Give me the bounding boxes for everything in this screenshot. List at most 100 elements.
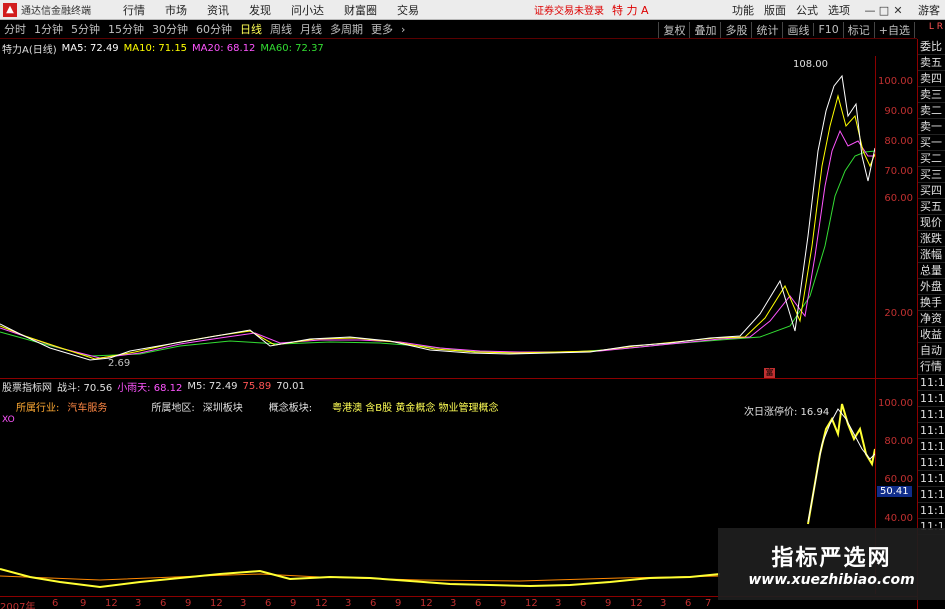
chevron-right-icon[interactable]: ›: [397, 23, 409, 36]
period-more[interactable]: 更多: [367, 21, 397, 37]
axis-label: 100.00: [878, 76, 913, 87]
date-tick: 3: [555, 598, 562, 609]
ma60-line: [0, 150, 875, 357]
period-5min[interactable]: 5分钟: [67, 21, 104, 37]
date-tick: 6: [580, 598, 587, 609]
side-item[interactable]: 涨幅: [918, 247, 945, 263]
side-item[interactable]: 买五: [918, 199, 945, 215]
side-item: 11:1: [918, 408, 945, 423]
menu-wealth[interactable]: 财富圈: [334, 2, 387, 18]
tool-stats[interactable]: 统计: [751, 21, 782, 38]
axis-label: 80.00: [884, 136, 913, 147]
indicator-legend: 股票指标网 战斗: 70.56 小雨天: 68.12 M5: 72.49 75.…: [2, 379, 310, 394]
indicator-v1: 75.89: [242, 381, 272, 392]
side-item[interactable]: 买三: [918, 167, 945, 183]
menu-options[interactable]: 选项: [823, 2, 855, 18]
date-tick: 6: [475, 598, 482, 609]
quote-side-panel: 委比 卖五 卖四 卖三 卖二 卖一 买一 买二 买三 买四 买五 现价 涨跌 涨…: [917, 39, 945, 609]
date-tick: 3: [660, 598, 667, 609]
tool-draw[interactable]: 画线: [782, 21, 813, 38]
menu-news[interactable]: 资讯: [197, 2, 239, 18]
side-item[interactable]: 现价: [918, 215, 945, 231]
current-price-badge: 50.41: [877, 486, 912, 497]
maximize-icon[interactable]: □: [877, 4, 891, 17]
min-price-label: 2.69: [108, 358, 131, 369]
period-daily[interactable]: 日线: [236, 21, 266, 37]
period-bar: 分时 1分钟 5分钟 15分钟 30分钟 60分钟 日线 周线 月线 多周期 更…: [0, 20, 945, 39]
side-item[interactable]: 卖四: [918, 71, 945, 87]
close-icon[interactable]: ✕: [891, 4, 905, 17]
period-tick[interactable]: 分时: [0, 21, 30, 37]
login-status[interactable]: 证券交易未登录: [534, 2, 604, 17]
menu-function[interactable]: 功能: [727, 2, 759, 18]
tool-multi-stock[interactable]: 多股: [720, 21, 751, 38]
axis-label: 40.00: [884, 513, 913, 524]
tool-mark[interactable]: 标记: [842, 21, 874, 38]
side-item[interactable]: 买四: [918, 183, 945, 199]
period-15min[interactable]: 15分钟: [104, 21, 148, 37]
main-price-axis: 100.00 90.00 80.00 70.00 60.00 20.00: [875, 56, 917, 378]
period-monthly[interactable]: 月线: [296, 21, 326, 37]
chart-title: 特力A(日线): [2, 44, 57, 56]
tool-overlay[interactable]: 叠加: [689, 21, 720, 38]
side-item[interactable]: 收益: [918, 327, 945, 343]
tool-f10[interactable]: F10: [813, 23, 842, 36]
tool-add-favorite[interactable]: +自选: [873, 21, 914, 38]
main-kline-chart[interactable]: [0, 56, 875, 378]
side-item: 11:1: [918, 488, 945, 503]
date-tick: 9: [80, 598, 87, 609]
date-tick: 7: [705, 598, 712, 609]
period-weekly[interactable]: 周线: [266, 21, 296, 37]
date-tick: 12: [525, 598, 538, 609]
side-item[interactable]: 行情: [918, 359, 945, 375]
app-logo-icon: ▲: [3, 2, 17, 17]
side-item[interactable]: 卖二: [918, 103, 945, 119]
side-corner-label: L R: [928, 22, 943, 32]
date-tick: 3: [450, 598, 457, 609]
side-item[interactable]: 换手: [918, 295, 945, 311]
stock-name: 特 力 A: [612, 3, 649, 17]
side-item[interactable]: 总量: [918, 263, 945, 279]
minimize-icon[interactable]: —: [863, 4, 877, 17]
side-item[interactable]: 自动: [918, 343, 945, 359]
date-tick: 12: [630, 598, 643, 609]
side-item: 11:1: [918, 504, 945, 519]
tool-adjust[interactable]: 复权: [658, 21, 689, 38]
period-multi[interactable]: 多周期: [326, 21, 367, 37]
side-item[interactable]: 卖一: [918, 119, 945, 135]
axis-label: 100.00: [878, 398, 913, 409]
side-item[interactable]: 卖五: [918, 55, 945, 71]
side-item[interactable]: 买一: [918, 135, 945, 151]
side-item[interactable]: 买二: [918, 151, 945, 167]
period-30min[interactable]: 30分钟: [148, 21, 192, 37]
guest-button[interactable]: 游客: [913, 2, 945, 18]
side-item[interactable]: 卖三: [918, 87, 945, 103]
menu-quotes[interactable]: 行情: [113, 2, 155, 18]
date-tick: 3: [240, 598, 247, 609]
side-item: 11:1: [918, 376, 945, 391]
side-item[interactable]: 外盘: [918, 279, 945, 295]
main-chart-svg: [0, 74, 875, 361]
mark-badge[interactable]: 富: [764, 368, 775, 378]
ma10-value: MA10: 71.15: [123, 42, 188, 54]
period-1min[interactable]: 1分钟: [30, 21, 67, 37]
date-tick: 3: [345, 598, 352, 609]
menu-discover[interactable]: 发现: [239, 2, 281, 18]
period-60min[interactable]: 60分钟: [192, 21, 236, 37]
indicator-name[interactable]: 股票指标网: [2, 379, 52, 394]
date-tick: 12: [210, 598, 223, 609]
indicator-v2: 70.01: [276, 381, 305, 392]
axis-label: 60.00: [884, 474, 913, 485]
menu-ask[interactable]: 问小达: [281, 2, 334, 18]
menu-market[interactable]: 市场: [155, 2, 197, 18]
side-item[interactable]: 委比: [918, 39, 945, 55]
menu-formula[interactable]: 公式: [791, 2, 823, 18]
date-tick: 12: [105, 598, 118, 609]
side-item[interactable]: 净资: [918, 311, 945, 327]
date-tick: 12: [420, 598, 433, 609]
menu-layout[interactable]: 版面: [759, 2, 791, 18]
max-price-label: 108.00: [793, 59, 828, 70]
side-item[interactable]: 涨跌: [918, 231, 945, 247]
date-tick: 12: [315, 598, 328, 609]
menu-trade[interactable]: 交易: [387, 2, 429, 18]
